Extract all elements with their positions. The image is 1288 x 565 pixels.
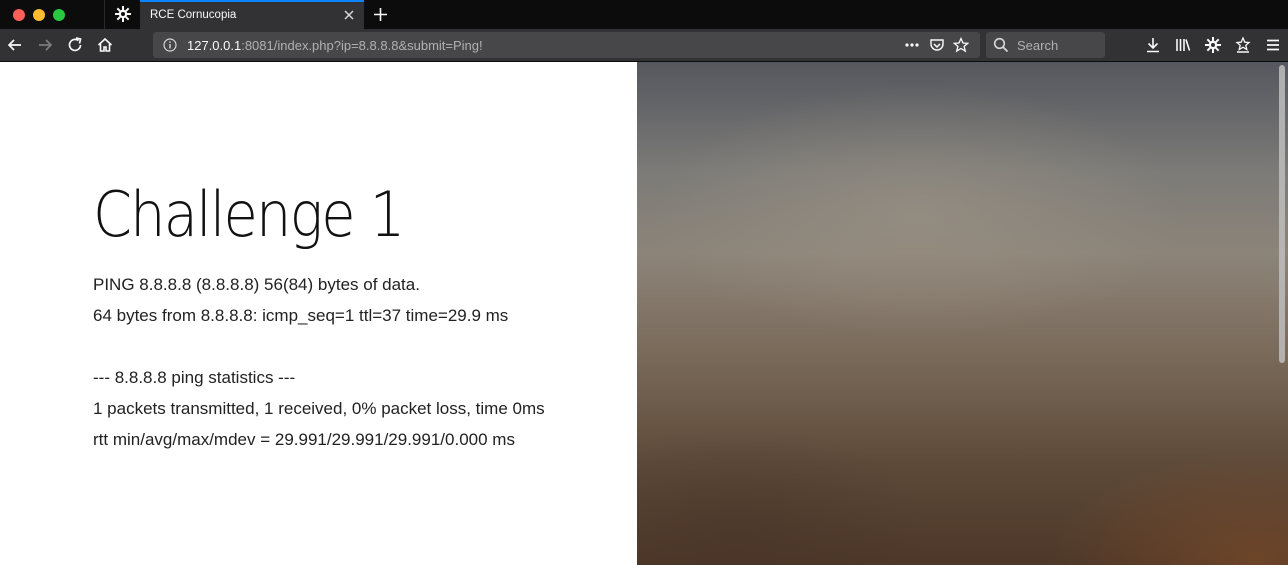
tab-strip: RCE Cornucopia [0,0,1288,29]
output-line: 1 packets transmitted, 1 received, 0% pa… [93,399,545,418]
ping-output: PING 8.8.8.8 (8.8.8.8) 56(84) bytes of d… [93,274,545,460]
window-minimize-button[interactable] [33,9,45,21]
search-bar[interactable]: Search [986,32,1105,58]
gear-icon[interactable] [1204,36,1222,54]
pocket-icon[interactable] [929,37,945,53]
page-title: Challenge 1 [93,178,405,251]
tab-title: RCE Cornucopia [150,9,237,21]
hamburger-icon[interactable] [1264,36,1282,54]
arrow-left-icon[interactable] [6,36,24,54]
download-icon[interactable] [1144,36,1162,54]
output-line: --- 8.8.8.8 ping statistics --- [93,368,296,387]
scrollbar-thumb[interactable] [1279,65,1285,363]
output-line: 64 bytes from 8.8.8.8: icmp_seq=1 ttl=37… [93,306,509,325]
tab-active[interactable]: RCE Cornucopia [140,0,364,29]
url-host: 127.0.0.1 [187,38,242,53]
library-icon[interactable] [1174,36,1192,54]
reload-icon[interactable] [66,36,84,54]
output-line: PING 8.8.8.8 (8.8.8.8) 56(84) bytes of d… [93,275,420,294]
star-list-icon[interactable] [1234,36,1252,54]
scrollbar[interactable] [1276,62,1288,565]
search-icon [993,37,1009,53]
url-text[interactable]: 127.0.0.1:8081/index.php?ip=8.8.8.8&subm… [187,38,483,53]
gear-icon[interactable] [114,5,132,23]
close-icon[interactable] [342,8,356,22]
output-line: rtt min/avg/max/mdev = 29.991/29.991/29.… [93,430,515,449]
info-icon[interactable] [163,38,177,52]
window-close-button[interactable] [13,9,25,21]
url-path: :8081/index.php?ip=8.8.8.8&submit=Ping! [241,38,483,53]
new-tab-icon[interactable] [372,6,389,23]
window-maximize-button[interactable] [53,9,65,21]
background-image [637,62,1288,565]
left-pane: Challenge 1 PING 8.8.8.8 (8.8.8.8) 56(84… [0,62,637,565]
search-placeholder: Search [1017,38,1059,53]
address-bar[interactable]: 127.0.0.1:8081/index.php?ip=8.8.8.8&subm… [153,32,980,58]
page-content: Challenge 1 PING 8.8.8.8 (8.8.8.8) 56(84… [0,62,1288,565]
nav-bar: 127.0.0.1:8081/index.php?ip=8.8.8.8&subm… [0,29,1288,62]
home-icon[interactable] [96,36,114,54]
more-dots-icon[interactable] [904,37,920,53]
star-icon[interactable] [953,37,969,53]
tab-separator [104,0,105,29]
arrow-right-icon[interactable] [36,36,54,54]
